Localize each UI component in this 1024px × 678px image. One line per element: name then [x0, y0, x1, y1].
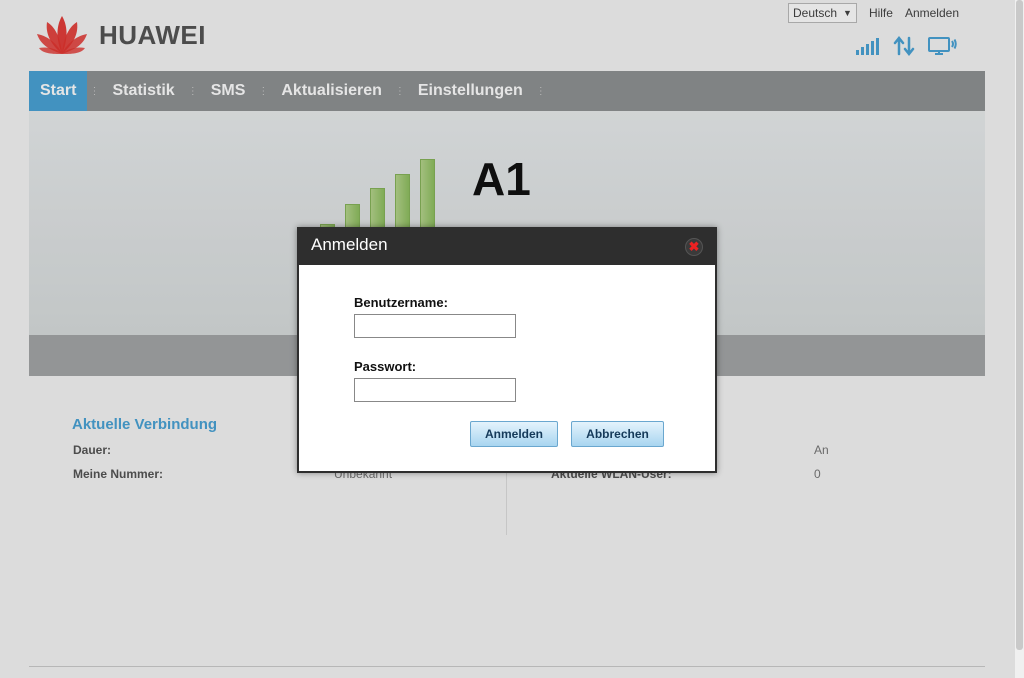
login-dialog: Anmelden ✖ Benutzername: Passwort: Anmel… [297, 227, 717, 473]
close-icon[interactable]: ✖ [685, 238, 703, 256]
login-button[interactable]: Anmelden [470, 421, 558, 447]
scrollbar-thumb[interactable] [1016, 0, 1023, 650]
dialog-header: Anmelden ✖ [299, 229, 715, 265]
cancel-button[interactable]: Abbrechen [571, 421, 664, 447]
password-label: Passwort: [354, 359, 417, 374]
username-input[interactable] [354, 314, 516, 338]
username-label: Benutzername: [354, 295, 448, 310]
scrollbar[interactable] [1015, 0, 1024, 678]
password-input[interactable] [354, 378, 516, 402]
dialog-title: Anmelden [311, 235, 388, 254]
